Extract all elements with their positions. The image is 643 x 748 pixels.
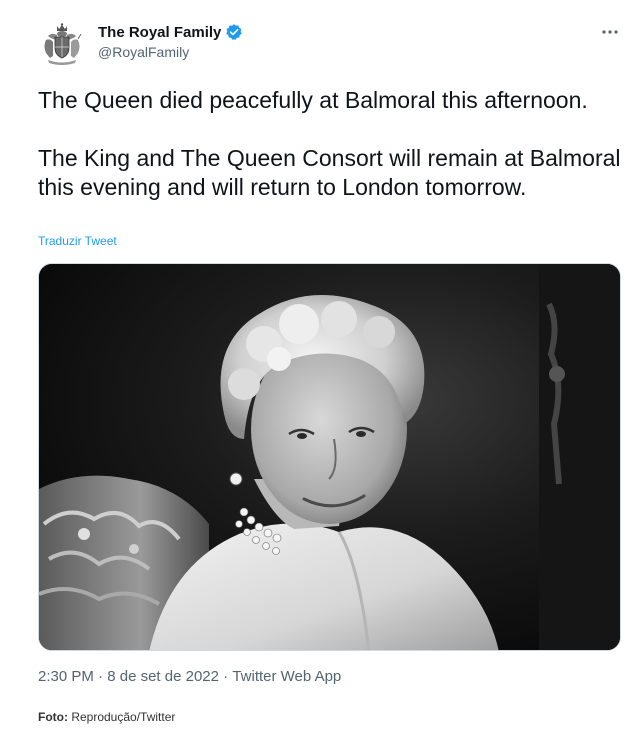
tweet-time[interactable]: 2:30 PM — [38, 668, 94, 685]
tweet-photo[interactable] — [38, 263, 621, 651]
royal-coat-of-arms-icon — [38, 20, 86, 68]
translate-tweet-link[interactable]: Traduzir Tweet — [38, 234, 117, 248]
avatar[interactable] — [38, 20, 86, 68]
tweet-card: The Royal Family @RoyalFamily The Queen … — [0, 0, 643, 748]
verified-badge-icon — [225, 23, 243, 41]
tweet-source[interactable]: Twitter Web App — [232, 668, 341, 685]
tweet-meta: 2:30 PM · 8 de set de 2022 · Twitter Web… — [38, 668, 341, 685]
photo-credit-text: Reprodução/Twitter — [67, 710, 176, 724]
more-options-button[interactable] — [595, 20, 625, 44]
meta-separator-1: · — [93, 668, 108, 685]
more-options-icon — [602, 30, 618, 34]
portrait-photo — [39, 264, 620, 650]
meta-separator-2: · — [218, 668, 233, 685]
tweet-paragraph-2: The King and The Queen Consort will rema… — [38, 145, 621, 200]
photo-credit: Foto: Reprodução/Twitter — [38, 710, 175, 724]
author-names: The Royal Family @RoyalFamily — [98, 22, 243, 60]
display-name[interactable]: The Royal Family — [98, 24, 221, 41]
display-name-row: The Royal Family — [98, 22, 243, 42]
tweet-header: The Royal Family @RoyalFamily — [38, 18, 625, 68]
tweet-text: The Queen died peacefully at Balmoral th… — [38, 86, 628, 202]
photo-credit-label: Foto: — [38, 710, 68, 724]
author-handle[interactable]: @RoyalFamily — [98, 44, 243, 60]
tweet-paragraph-1: The Queen died peacefully at Balmoral th… — [38, 87, 588, 113]
tweet-date[interactable]: 8 de set de 2022 — [107, 668, 219, 685]
